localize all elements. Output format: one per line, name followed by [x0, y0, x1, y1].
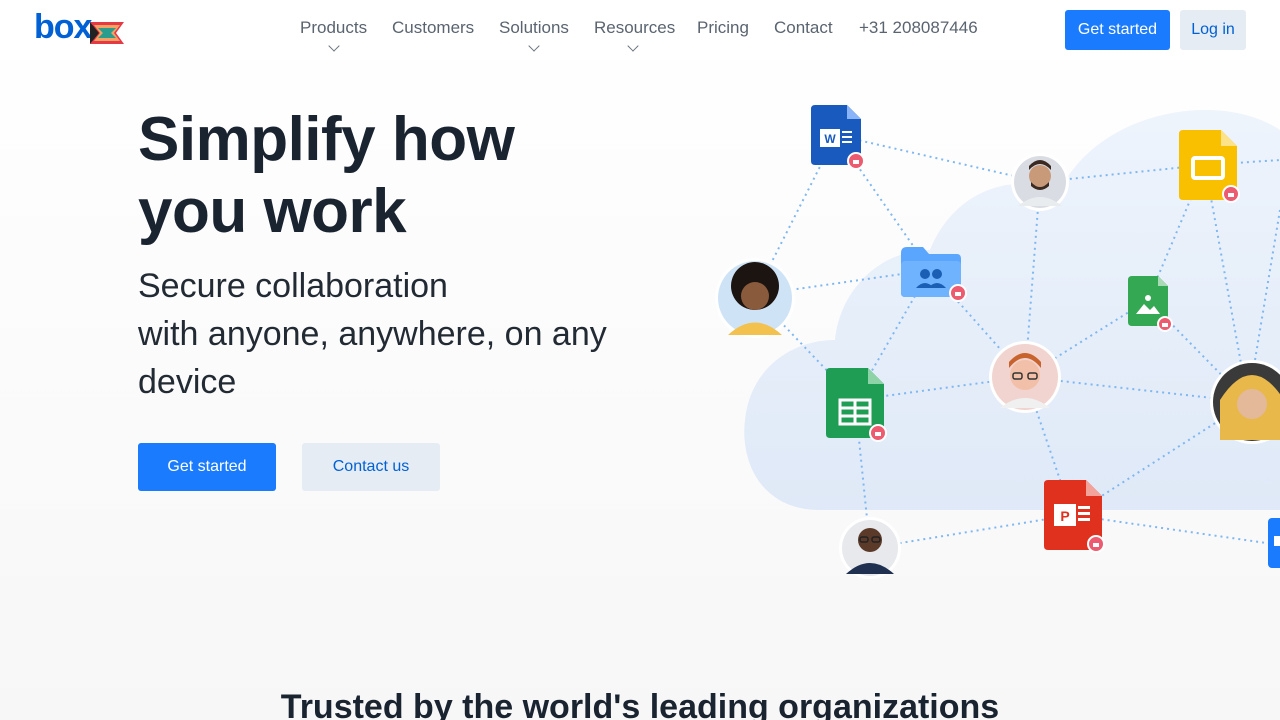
trusted-heading: Trusted by the world's leading organizat…	[280, 688, 1000, 720]
logo-flag-icon	[90, 22, 124, 44]
svg-text:W: W	[824, 132, 836, 146]
nav-products[interactable]: Products	[300, 18, 367, 38]
box-logo[interactable]: box	[34, 8, 126, 48]
hero-title-line1: Simplify how	[138, 105, 515, 174]
nav-solutions[interactable]: Solutions	[499, 18, 569, 38]
sheets-file-icon	[826, 368, 887, 442]
chevron-down-icon	[328, 40, 340, 52]
nav-pricing[interactable]: Pricing	[697, 18, 749, 38]
site-header: box Products Customers Solutions Resourc…	[0, 0, 1280, 60]
hero-get-started-button[interactable]: Get started	[138, 443, 276, 491]
hero-subtitle-line1: Secure collaboration	[138, 267, 448, 305]
svg-text:P: P	[1060, 508, 1069, 524]
collaboration-illustration: W P	[700, 90, 1280, 610]
nav-contact[interactable]: Contact	[774, 18, 833, 38]
avatar-woman-curly	[715, 258, 795, 338]
login-button[interactable]: Log in	[1180, 10, 1246, 50]
chevron-down-icon	[528, 40, 540, 52]
hero-subtitle: Secure collaboration with anyone, anywhe…	[138, 262, 658, 406]
network-graphic: W P	[715, 105, 1280, 579]
nav-customers[interactable]: Customers	[392, 18, 474, 38]
header-get-started-button[interactable]: Get started	[1065, 10, 1170, 50]
avatar-man-beard	[1011, 153, 1069, 211]
hero-subtitle-line3: device	[138, 363, 237, 401]
logo-text: box	[34, 8, 92, 46]
nav-resources[interactable]: Resources	[594, 18, 675, 38]
image-file-icon	[1128, 276, 1173, 332]
avatar-man-suit	[839, 517, 901, 579]
folder-shared-icon	[901, 247, 967, 302]
hero-subtitle-line2: with anyone, anywhere, on any	[138, 315, 607, 353]
avatar-man-glasses-red-hair	[989, 341, 1061, 413]
chevron-down-icon	[627, 40, 639, 52]
word-file-icon: W	[811, 105, 865, 170]
contact-us-button[interactable]: Contact us	[302, 443, 440, 491]
hero-title-line2: you work	[138, 177, 407, 246]
powerpoint-file-icon: P	[1044, 480, 1105, 553]
doc-file-icon	[1268, 518, 1280, 568]
hero-title: Simplify how you work	[138, 104, 658, 248]
slides-file-icon	[1179, 130, 1240, 203]
nav-phone[interactable]: +31 208087446	[859, 18, 978, 38]
